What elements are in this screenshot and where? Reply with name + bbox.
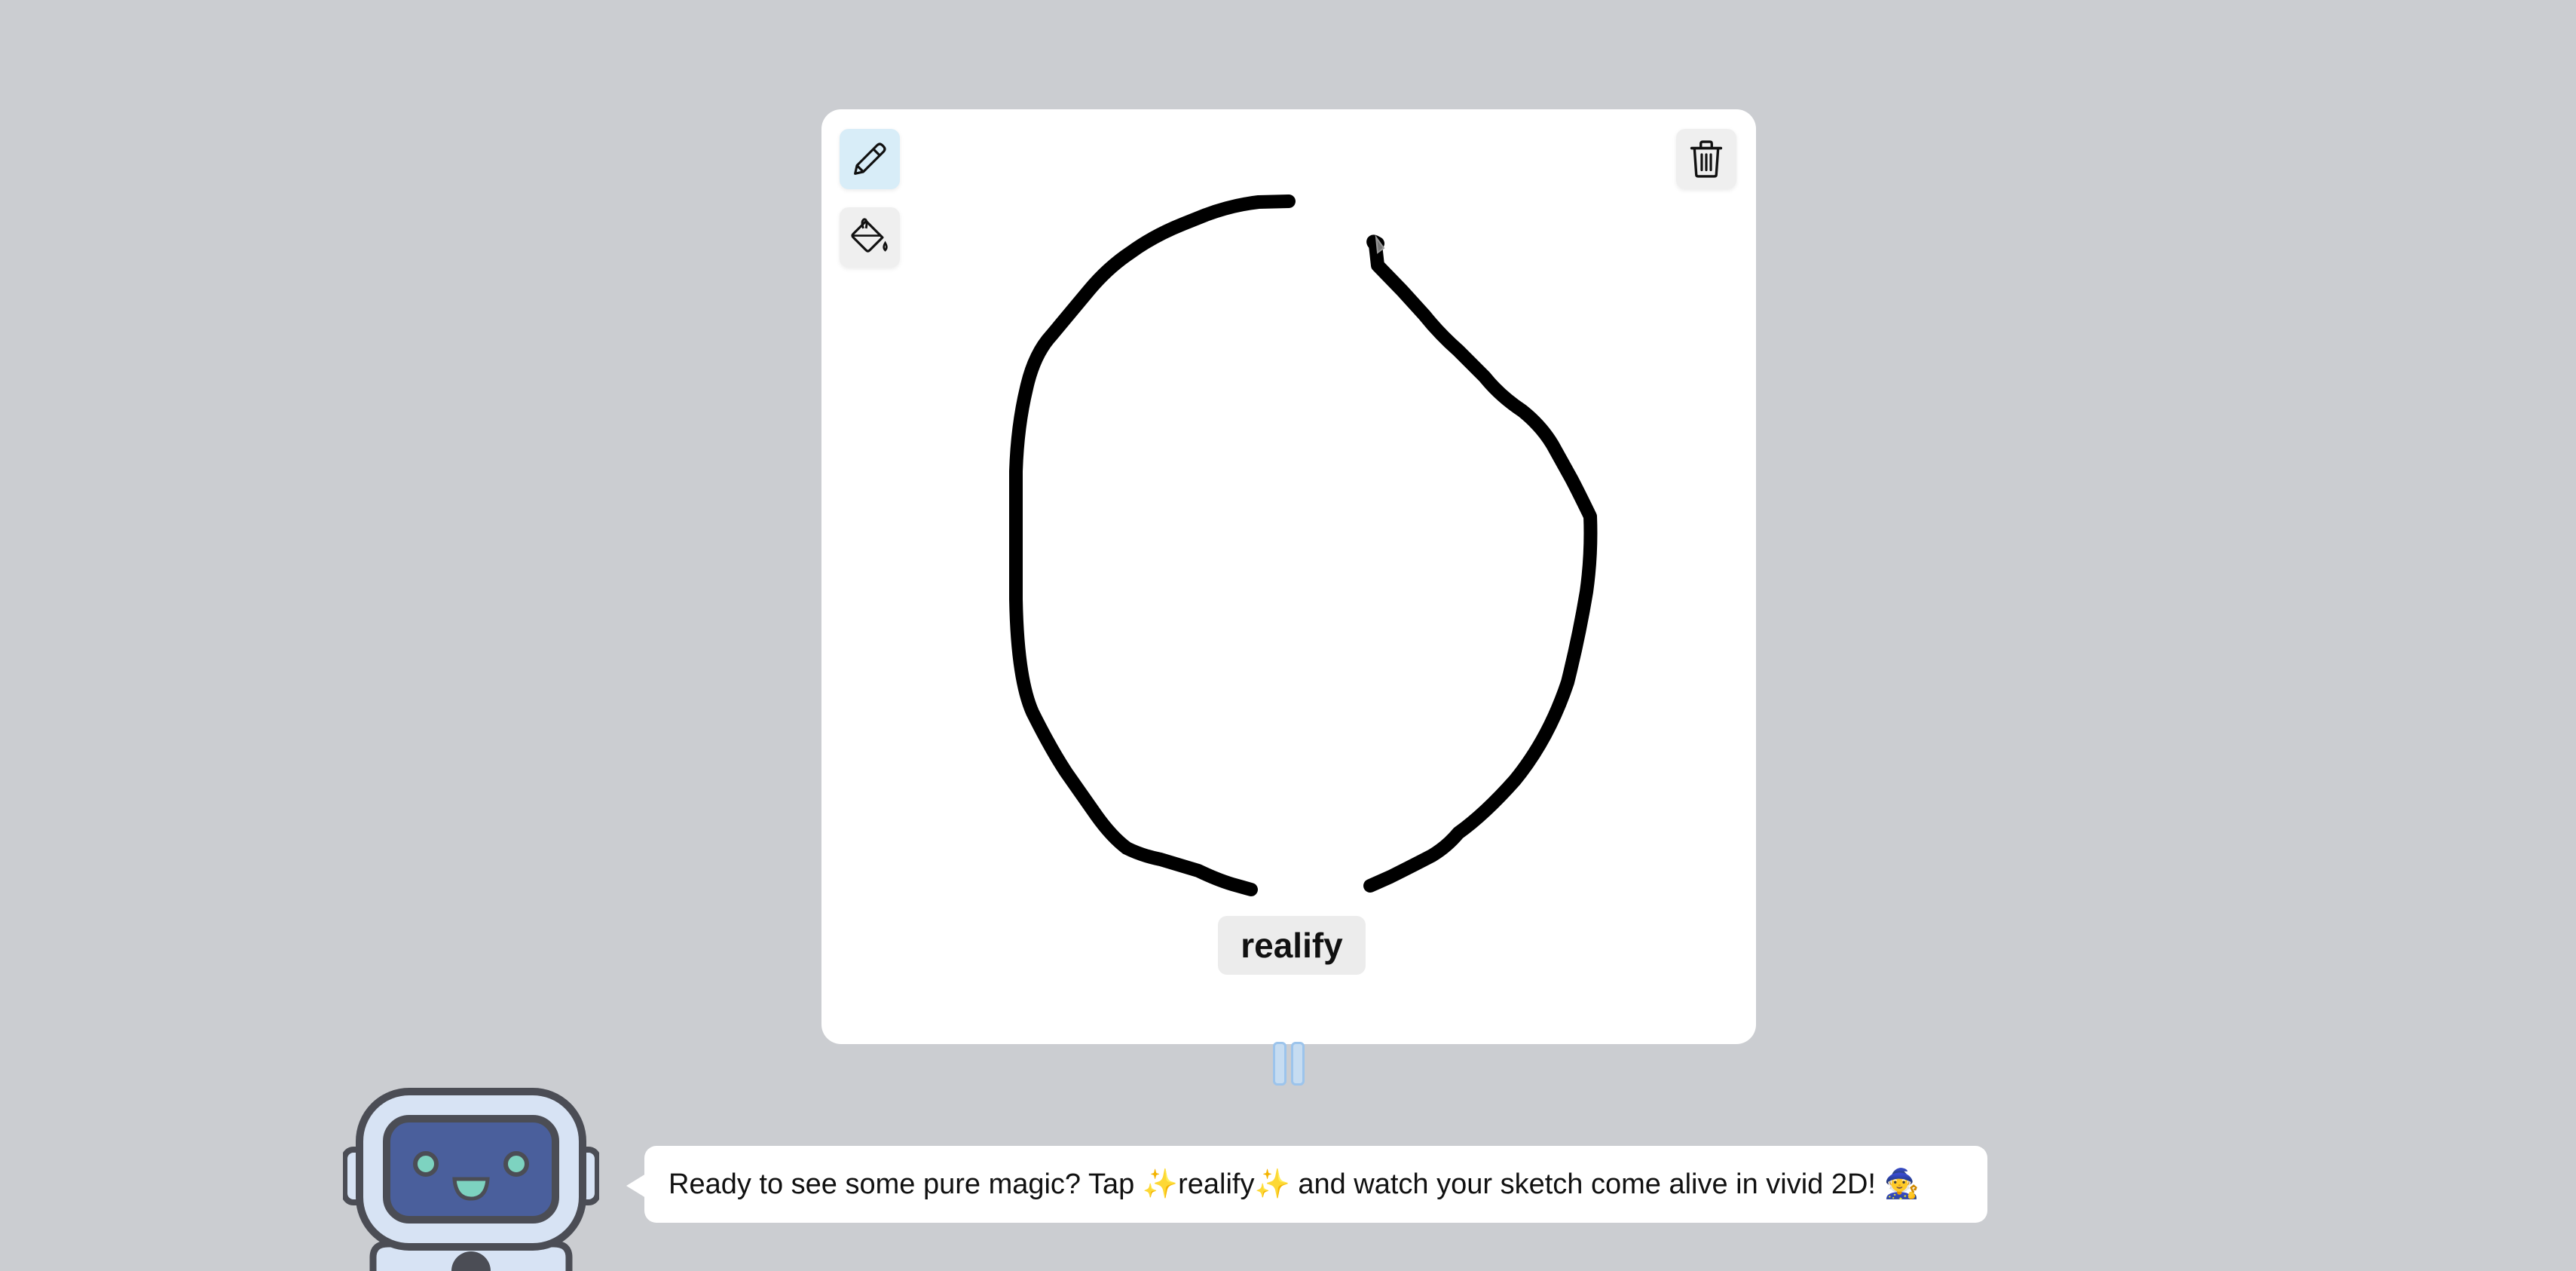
robot-eye-left [413, 1151, 439, 1177]
sketch-stroke [1009, 194, 1598, 896]
paint-bucket-icon [851, 218, 888, 253]
drawing-canvas[interactable]: realify [821, 109, 1756, 1044]
clear-canvas-button[interactable] [1676, 129, 1736, 189]
pencil-tool-button[interactable] [840, 129, 900, 189]
pause-bar-right [1291, 1042, 1305, 1086]
app-root: realify Ready to see some pure magic? Ta… [0, 0, 2576, 1271]
pause-icon[interactable] [1269, 1042, 1308, 1089]
realify-button[interactable]: realify [1218, 916, 1366, 975]
robot-avatar [343, 1088, 599, 1271]
pause-bar-left [1273, 1042, 1286, 1086]
robot-eye-right [503, 1151, 529, 1177]
pencil-icon [854, 142, 886, 175]
assistant-message: Ready to see some pure magic? Tap ✨reali… [668, 1168, 1920, 1200]
trash-icon [1690, 140, 1723, 178]
fill-tool-button[interactable] [840, 207, 900, 268]
assistant-speech-bubble: Ready to see some pure magic? Tap ✨reali… [626, 1146, 1987, 1223]
